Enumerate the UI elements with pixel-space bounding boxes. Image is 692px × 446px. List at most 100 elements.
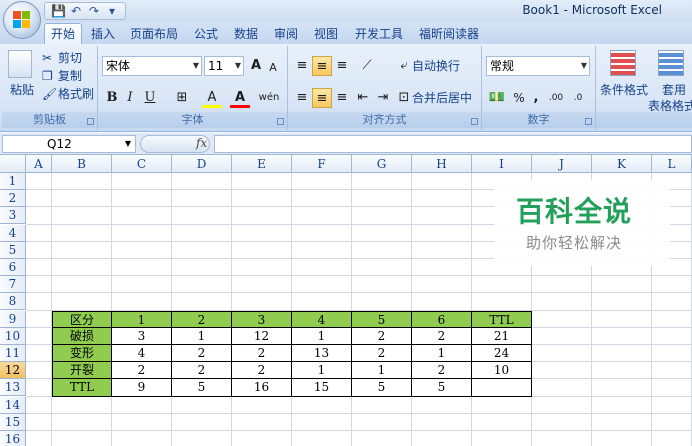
row-header[interactable]: 10 <box>0 327 26 345</box>
format-painter-button[interactable]: 格式刷 <box>58 86 94 102</box>
table-cell[interactable]: 2 <box>112 362 172 380</box>
table-header-cell[interactable]: 5 <box>352 310 412 328</box>
table-cell[interactable]: 变形 <box>52 345 112 363</box>
alignment-launcher-icon[interactable] <box>471 118 478 125</box>
tab-review[interactable]: 审阅 <box>268 24 304 44</box>
conditional-format-button[interactable]: 条件格式 <box>600 82 648 98</box>
table-header-cell[interactable]: 4 <box>292 310 352 328</box>
table-cell[interactable]: 3 <box>112 327 172 345</box>
row-header[interactable]: 2 <box>0 190 26 208</box>
table-cell[interactable]: 16 <box>232 379 292 397</box>
row-header[interactable]: 3 <box>0 207 26 225</box>
table-cell[interactable]: 2 <box>412 362 472 380</box>
comma-button[interactable]: , <box>530 88 542 108</box>
table-header-cell[interactable]: 2 <box>172 310 232 328</box>
tab-foxit-reader[interactable]: 福昕阅读器 <box>414 24 484 44</box>
table-cell[interactable]: 开裂 <box>52 362 112 380</box>
increase-indent-icon[interactable]: ⇥ <box>374 88 392 108</box>
align-center-icon[interactable]: ≡ <box>312 88 332 108</box>
tab-developer[interactable]: 开发工具 <box>348 24 410 44</box>
row-header[interactable]: 13 <box>0 379 26 397</box>
copy-icon[interactable]: ❐ <box>42 68 53 84</box>
select-all-corner[interactable] <box>0 155 26 173</box>
tab-formulas[interactable]: 公式 <box>188 24 224 44</box>
paste-button[interactable]: 粘贴 <box>10 82 34 98</box>
table-cell[interactable]: 5 <box>172 379 232 397</box>
table-cell[interactable]: 1 <box>172 327 232 345</box>
increase-decimal-button[interactable]: .00 <box>546 88 566 108</box>
italic-button[interactable]: I <box>122 88 138 108</box>
wrap-text-icon[interactable]: ⤶ <box>396 56 412 76</box>
tab-insert[interactable]: 插入 <box>86 24 120 44</box>
table-cell[interactable]: 4 <box>112 345 172 363</box>
align-right-icon[interactable]: ≡ <box>332 88 352 108</box>
save-icon[interactable]: 💾 <box>51 4 66 18</box>
table-header-cell[interactable]: 区分 <box>52 310 112 328</box>
column-header[interactable]: J <box>532 155 592 173</box>
tab-home[interactable]: 开始 <box>44 23 82 44</box>
font-name-select[interactable]: 宋体 ▼ <box>102 56 202 76</box>
wrap-text-button[interactable]: 自动换行 <box>412 58 460 74</box>
table-cell[interactable]: 1 <box>412 345 472 363</box>
table-cell[interactable]: 24 <box>472 345 532 363</box>
row-header[interactable]: 9 <box>0 310 26 328</box>
table-cell[interactable]: 15 <box>292 379 352 397</box>
table-format-button-1[interactable]: 套用 <box>662 82 686 98</box>
table-cell[interactable]: 2 <box>172 345 232 363</box>
shrink-font-button[interactable]: A <box>266 58 280 78</box>
table-cell[interactable]: 2 <box>352 345 412 363</box>
number-format-select[interactable]: 常规 ▼ <box>486 56 590 76</box>
merge-center-icon[interactable]: ⊡ <box>396 88 412 108</box>
copy-button[interactable]: 复制 <box>58 68 82 84</box>
column-header[interactable]: H <box>412 155 472 173</box>
align-left-icon[interactable]: ≡ <box>292 88 312 108</box>
clipboard-launcher-icon[interactable] <box>87 118 94 125</box>
undo-icon[interactable]: ↶ <box>69 4 83 18</box>
row-header[interactable]: 4 <box>0 224 26 242</box>
row-header[interactable]: 1 <box>0 173 26 190</box>
table-cell[interactable]: 2 <box>172 362 232 380</box>
column-header[interactable]: I <box>472 155 532 173</box>
table-cell[interactable]: 破损 <box>52 327 112 345</box>
currency-icon[interactable]: 💵 <box>486 88 508 108</box>
percent-button[interactable]: % <box>512 88 526 108</box>
bold-button[interactable]: B <box>104 88 120 108</box>
office-button[interactable] <box>3 1 41 39</box>
table-cell[interactable]: 21 <box>472 327 532 345</box>
customize-icon[interactable]: ▾ <box>105 4 119 18</box>
table-cell[interactable]: TTL <box>52 379 112 397</box>
table-cell[interactable]: 1 <box>292 362 352 380</box>
column-header[interactable]: F <box>292 155 352 173</box>
align-bottom-icon[interactable]: ≡ <box>332 56 352 76</box>
column-header[interactable]: C <box>112 155 172 173</box>
table-cell[interactable]: 2 <box>232 345 292 363</box>
table-cell[interactable] <box>472 379 532 397</box>
decrease-decimal-button[interactable]: .0 <box>568 88 588 108</box>
tab-view[interactable]: 视图 <box>308 24 344 44</box>
tab-data[interactable]: 数据 <box>228 24 264 44</box>
table-header-cell[interactable]: 3 <box>232 310 292 328</box>
column-header[interactable]: E <box>232 155 292 173</box>
align-middle-icon[interactable]: ≡ <box>312 56 332 76</box>
table-cell[interactable]: 13 <box>292 345 352 363</box>
font-launcher-icon[interactable] <box>277 118 284 125</box>
column-header[interactable]: L <box>652 155 692 173</box>
tab-page-layout[interactable]: 页面布局 <box>124 24 184 44</box>
table-header-cell[interactable]: TTL <box>472 310 532 328</box>
table-cell[interactable]: 2 <box>232 362 292 380</box>
row-header[interactable]: 11 <box>0 345 26 362</box>
row-header[interactable]: 16 <box>0 431 26 446</box>
paste-icon[interactable] <box>8 50 32 78</box>
fill-color-button[interactable]: A <box>202 88 222 108</box>
column-header[interactable]: K <box>592 155 652 173</box>
number-launcher-icon[interactable] <box>585 118 592 125</box>
formula-input[interactable] <box>214 135 692 153</box>
row-header[interactable]: 8 <box>0 293 26 311</box>
column-header[interactable]: B <box>52 155 112 173</box>
row-header[interactable]: 12 <box>0 362 26 380</box>
table-cell[interactable]: 9 <box>112 379 172 397</box>
decrease-indent-icon[interactable]: ⇤ <box>354 88 372 108</box>
table-cell[interactable]: 12 <box>232 327 292 345</box>
table-cell[interactable]: 10 <box>472 362 532 380</box>
table-header-cell[interactable]: 6 <box>412 310 472 328</box>
